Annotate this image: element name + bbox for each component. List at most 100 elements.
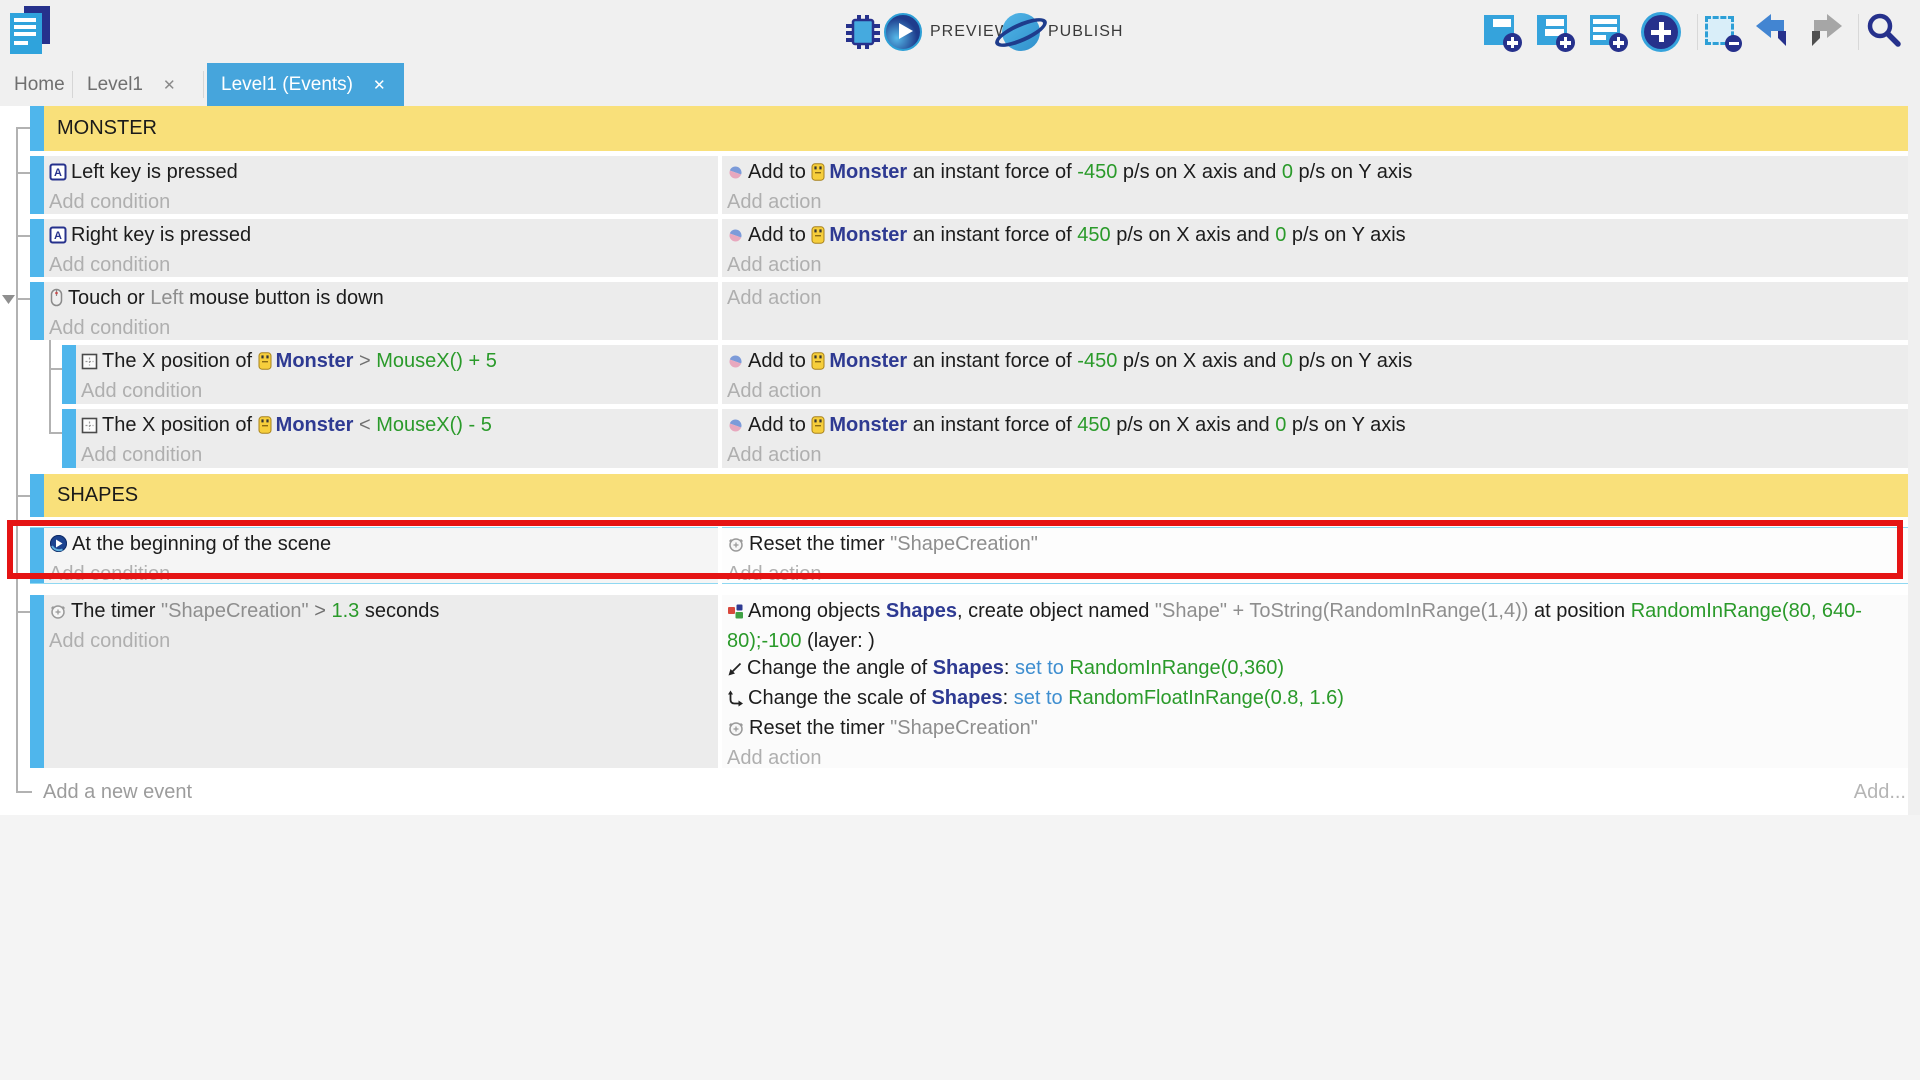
condition-cell[interactable]: ALeft key is pressedAdd condition <box>44 156 718 214</box>
add-action-link[interactable]: Add action <box>727 285 1902 312</box>
action-text[interactable]: Add to Monster an instant force of -450 … <box>727 348 1902 378</box>
timer-icon <box>49 601 67 628</box>
event-row: ALeft key is pressedAdd condition Add to … <box>0 156 1920 214</box>
text-segment: Shapes <box>933 657 1004 679</box>
condition-cell[interactable]: The timer "ShapeCreation" > 1.3 secondsA… <box>44 595 718 768</box>
text-segment: Add to <box>748 224 811 246</box>
text-segment: Shapes <box>931 687 1002 709</box>
text-segment: , create object named <box>957 600 1155 622</box>
condition-text[interactable]: ARight key is pressed <box>49 222 712 252</box>
condition-cell[interactable]: At the beginning of the sceneAdd conditi… <box>44 527 718 584</box>
add-action-link[interactable]: Add action <box>727 745 1902 772</box>
action-text[interactable]: Among objects Shapes, create object name… <box>727 598 1902 655</box>
action-text[interactable]: Reset the timer "ShapeCreation" <box>727 715 1902 745</box>
action-text[interactable]: Add to Monster an instant force of 450 p… <box>727 412 1902 442</box>
text-segment: 0 <box>1275 224 1286 246</box>
text-segment: seconds <box>359 600 439 622</box>
action-cell[interactable]: Add to Monster an instant force of -450 … <box>722 345 1908 404</box>
condition-cell[interactable]: The X position of Monster < MouseX() - 5… <box>76 409 718 468</box>
text-segment: an instant force of <box>907 161 1077 183</box>
text-segment: Monster <box>829 161 907 183</box>
add-condition-link[interactable]: Add condition <box>49 189 712 216</box>
timer-icon <box>727 718 745 745</box>
event-handle[interactable] <box>62 409 76 468</box>
condition-text[interactable]: Touch or Left mouse button is down <box>49 285 712 315</box>
text-segment: (layer: ) <box>802 630 875 652</box>
event-handle[interactable] <box>30 527 44 584</box>
add-action-link[interactable]: Add action <box>727 561 1902 588</box>
action-text[interactable]: Reset the timer "ShapeCreation" <box>727 531 1902 561</box>
event-handle[interactable] <box>30 474 44 517</box>
timer-icon <box>727 534 745 561</box>
add-condition-link[interactable]: Add condition <box>49 628 712 655</box>
add-action-link[interactable]: Add action <box>727 252 1902 279</box>
action-cell[interactable]: Add to Monster an instant force of 450 p… <box>722 409 1908 468</box>
keyboard-key-icon: A <box>49 225 67 252</box>
monster-icon <box>811 351 825 378</box>
text-segment: < <box>353 414 376 436</box>
text-segment: Add to <box>748 414 811 436</box>
text-segment: set to <box>1014 687 1063 709</box>
add-condition-link[interactable]: Add condition <box>81 442 712 469</box>
text-segment: Add to <box>748 350 811 372</box>
condition-text[interactable]: The X position of Monster < MouseX() - 5 <box>81 412 712 442</box>
text-segment: Left <box>150 287 183 309</box>
group-header[interactable]: MONSTER <box>44 106 1908 151</box>
event-handle[interactable] <box>30 156 44 214</box>
action-cell[interactable]: Add to Monster an instant force of 450 p… <box>722 219 1908 277</box>
action-text[interactable]: Change the angle of Shapes: set to Rando… <box>727 655 1902 685</box>
action-text[interactable]: Add to Monster an instant force of 450 p… <box>727 222 1902 252</box>
condition-cell[interactable]: The X position of Monster > MouseX() + 5… <box>76 345 718 404</box>
add-action-link[interactable]: Add action <box>727 378 1902 405</box>
text-segment: 450 <box>1077 224 1110 246</box>
angle-icon <box>727 658 743 685</box>
add-condition-link[interactable]: Add condition <box>49 252 712 279</box>
add-new-event-link[interactable]: Add a new event <box>43 781 192 804</box>
condition-cell[interactable]: ARight key is pressedAdd condition <box>44 219 718 277</box>
add-condition-link[interactable]: Add condition <box>81 378 712 405</box>
force-icon <box>727 415 744 442</box>
text-segment: Touch or <box>68 287 150 309</box>
event-row: At the beginning of the sceneAdd conditi… <box>0 527 1920 584</box>
condition-text[interactable]: The X position of Monster > MouseX() + 5 <box>81 348 712 378</box>
event-handle[interactable] <box>30 595 44 768</box>
monster-icon <box>258 415 272 442</box>
tree-corner <box>16 791 32 793</box>
text-segment: an instant force of <box>907 350 1077 372</box>
monster-icon <box>811 415 825 442</box>
group-label: MONSTER <box>57 117 157 140</box>
action-text[interactable]: Add to Monster an instant force of -450 … <box>727 159 1902 189</box>
condition-text[interactable]: At the beginning of the scene <box>49 531 712 561</box>
condition-text[interactable]: The timer "ShapeCreation" > 1.3 seconds <box>49 598 712 628</box>
text-segment: Monster <box>829 224 907 246</box>
text-segment: Shapes <box>886 600 957 622</box>
create-object-icon <box>727 601 744 628</box>
event-handle[interactable] <box>30 219 44 277</box>
action-cell[interactable]: Among objects Shapes, create object name… <box>722 595 1908 768</box>
condition-cell[interactable]: Touch or Left mouse button is downAdd co… <box>44 282 718 340</box>
text-segment: > <box>353 350 376 372</box>
text-segment: 0 <box>1282 350 1293 372</box>
text-segment: "Shape" + ToString(RandomInRange(1,4)) <box>1155 600 1529 622</box>
text-segment: -450 <box>1077 350 1117 372</box>
event-handle[interactable] <box>62 345 76 404</box>
text-segment: Change the scale of <box>748 687 931 709</box>
text-segment: 0 <box>1275 414 1286 436</box>
group-header[interactable]: SHAPES <box>44 474 1908 517</box>
add-condition-link[interactable]: Add condition <box>49 315 712 342</box>
event-handle[interactable] <box>30 106 44 151</box>
add-condition-link[interactable]: Add condition <box>49 561 712 588</box>
action-cell[interactable]: Add to Monster an instant force of -450 … <box>722 156 1908 214</box>
add-action-link[interactable]: Add action <box>727 442 1902 469</box>
condition-text[interactable]: ALeft key is pressed <box>49 159 712 189</box>
action-text[interactable]: Change the scale of Shapes: set to Rando… <box>727 685 1902 715</box>
mouse-icon <box>49 288 64 315</box>
event-handle[interactable] <box>30 282 44 340</box>
action-cell[interactable]: Reset the timer "ShapeCreation"Add actio… <box>722 527 1908 584</box>
add-link[interactable]: Add... <box>1854 781 1906 804</box>
text-segment: Right key is pressed <box>71 224 251 246</box>
event-row: The X position of Monster > MouseX() + 5… <box>0 345 1920 404</box>
action-cell[interactable]: Add action <box>722 282 1908 340</box>
gdevelop-window: PREVIEW PUBLISH <box>0 0 1920 1080</box>
add-action-link[interactable]: Add action <box>727 189 1902 216</box>
